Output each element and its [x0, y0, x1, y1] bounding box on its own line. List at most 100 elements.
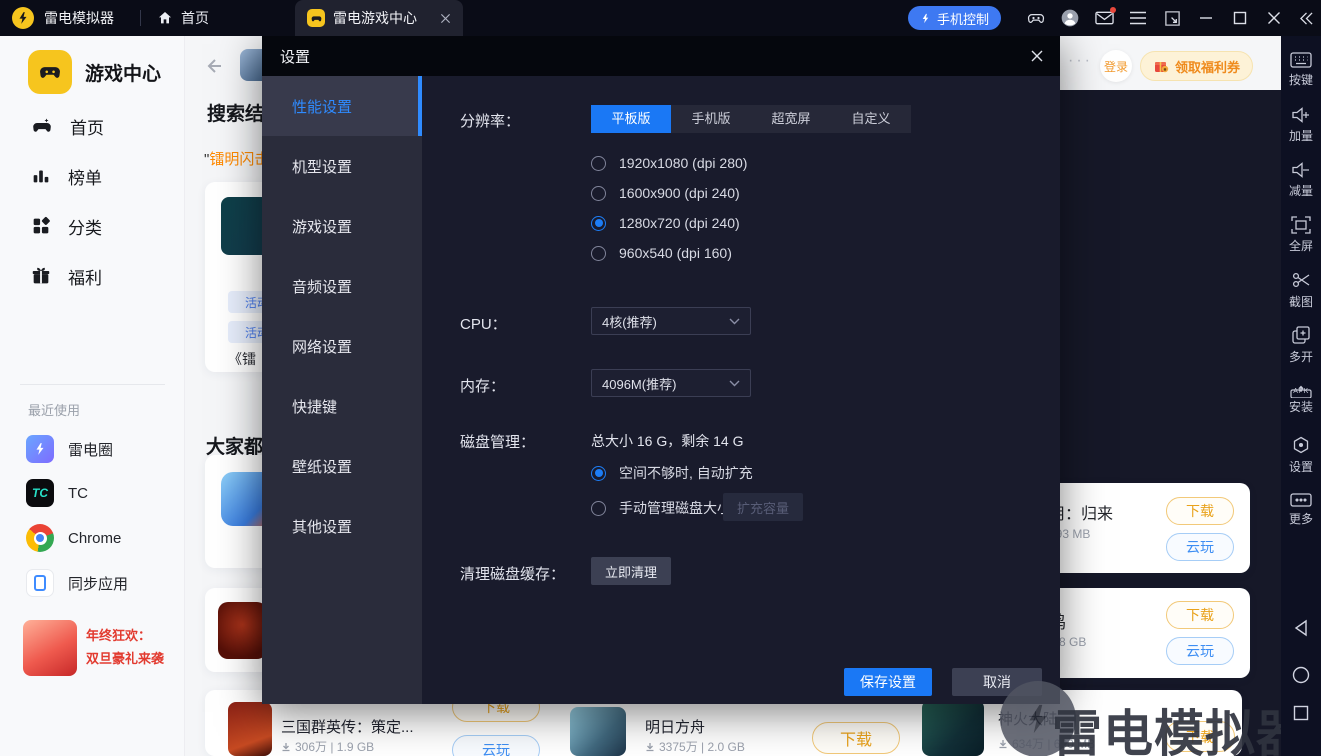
save-settings-button[interactable]: 保存设置 [844, 668, 932, 696]
back-arrow-icon[interactable] [204, 54, 228, 78]
resize-window-icon[interactable] [1155, 0, 1189, 36]
home-tab-label: 首页 [181, 10, 209, 26]
resolution-option-1280[interactable]: 1280x720 (dpi 240) [591, 211, 740, 235]
disk-auto-expand-option[interactable]: 空间不够时, 自动扩充 [591, 461, 753, 485]
radio-icon[interactable] [591, 185, 606, 201]
game-title[interactable]: 明日方舟 [645, 716, 705, 737]
settings-nav-other[interactable]: 其他设置 [262, 496, 422, 556]
radio-icon[interactable] [591, 245, 606, 261]
settings-nav-hotkeys[interactable]: 快捷键 [262, 376, 422, 436]
settings-nav-audio[interactable]: 音频设置 [262, 256, 422, 316]
android-recent-button[interactable] [1281, 698, 1321, 728]
tab-tablet[interactable]: 平板版 [591, 105, 671, 133]
app-title: 雷电模拟器 [44, 10, 114, 26]
game-icon[interactable] [228, 702, 272, 756]
left-sidebar: 游戏中心 首页 榜单 分类 福利 最近使用 雷电圈 TC TC Chrome 同… [0, 36, 185, 756]
resolution-label: 分辨率： [460, 113, 521, 130]
tab-close-icon[interactable] [440, 13, 451, 24]
promo-banner[interactable]: 年终狂欢： 双旦豪礼来袭 [20, 618, 170, 682]
settings-nav-network[interactable]: 网络设置 [262, 316, 422, 376]
toolbar-screenshot[interactable]: 截图 [1281, 262, 1321, 317]
toolbar-fullscreen[interactable]: 全屏 [1281, 207, 1321, 262]
sidebar-item-label: 福利 [68, 268, 102, 288]
tab-custom[interactable]: 自定义 [831, 105, 911, 133]
game-title[interactable]: 三国群英传：策定... [281, 716, 414, 737]
settings-nav-game[interactable]: 游戏设置 [262, 196, 422, 256]
resolution-option-1600[interactable]: 1600x900 (dpi 240) [591, 181, 740, 205]
sidebar-item-label: 榜单 [68, 168, 102, 188]
header-more-dots[interactable]: ··· [1068, 52, 1093, 70]
titlebar: 雷电模拟器 首页 雷电游戏中心 手机控制 [0, 0, 1321, 36]
android-back-button[interactable] [1281, 613, 1321, 643]
recent-item-label: Chrome [68, 529, 122, 547]
collapse-toolbar-icon[interactable] [1291, 0, 1321, 36]
login-button[interactable]: 登录 [1100, 50, 1132, 82]
toolbar-volume-up[interactable]: 加量 [1281, 97, 1321, 152]
close-icon[interactable] [1257, 0, 1291, 36]
game-icon[interactable] [922, 700, 984, 756]
toolbar-settings[interactable]: 设置 [1281, 427, 1321, 482]
side-game-card[interactable]: 鸣 1.8 GB 下载 云玩 [1035, 588, 1250, 678]
game-center-tab[interactable]: 雷电游戏中心 [295, 0, 463, 36]
radio-icon-selected[interactable] [591, 215, 606, 231]
radio-icon[interactable] [591, 155, 606, 171]
recent-item-tc[interactable]: TC TC [26, 477, 88, 509]
resolution-option-1920[interactable]: 1920x1080 (dpi 280) [591, 151, 747, 175]
expand-capacity-button[interactable]: 扩充容量 [723, 493, 803, 521]
cpu-value: 4核(推荐) [602, 314, 657, 330]
radio-icon[interactable] [591, 500, 606, 516]
user-avatar[interactable] [1053, 0, 1087, 36]
clean-now-button[interactable]: 立即清理 [591, 557, 671, 585]
home-tab[interactable]: 首页 [157, 8, 209, 28]
settings-nav-wallpaper[interactable]: 壁纸设置 [262, 436, 422, 496]
promo-image [23, 620, 77, 676]
sidebar-item-home[interactable]: 首页 [30, 106, 104, 146]
minimize-icon[interactable] [1189, 0, 1223, 36]
clean-cache-label: 清理磁盘缓存： [460, 566, 566, 583]
home-circle-icon [1292, 666, 1310, 684]
settings-nav-performance[interactable]: 性能设置 [262, 76, 422, 136]
cpu-dropdown[interactable]: 4核(推荐) [591, 307, 751, 335]
radio-icon-selected[interactable] [591, 465, 606, 481]
download-button[interactable]: 下载 [1166, 497, 1234, 525]
recent-item-label: 雷电圈 [68, 441, 114, 459]
download-button[interactable]: 下载 [812, 722, 900, 754]
tab-phone[interactable]: 手机版 [671, 105, 751, 133]
settings-nav: 性能设置 机型设置 游戏设置 音频设置 网络设置 快捷键 壁纸设置 其他设置 [262, 76, 422, 704]
toolbar-multi-instance[interactable]: 多开 [1281, 317, 1321, 372]
memory-dropdown[interactable]: 4096M(推荐) [591, 369, 751, 397]
recent-square-icon [1293, 705, 1309, 721]
sidebar-brand[interactable]: 游戏中心 [28, 50, 161, 94]
cloud-play-button[interactable]: 云玩 [1166, 533, 1234, 561]
recent-item-sync[interactable]: 同步应用 [26, 567, 128, 599]
grid-icon [33, 216, 50, 234]
tab-ultrawide[interactable]: 超宽屏 [751, 105, 831, 133]
toolbar-more[interactable]: 更多 [1281, 482, 1321, 537]
coupon-button[interactable]: 领取福利券 [1140, 51, 1254, 81]
disk-manual-option[interactable]: 手动管理磁盘大小 [591, 496, 731, 520]
toolbar-keymapping[interactable]: 按键 [1281, 42, 1321, 97]
recent-item-ldq[interactable]: 雷电圈 [26, 433, 113, 465]
resolution-option-960[interactable]: 960x540 (dpi 160) [591, 241, 732, 265]
ellipsis-icon [1290, 492, 1312, 507]
android-home-button[interactable] [1281, 660, 1321, 690]
sidebar-item-categories[interactable]: 分类 [30, 206, 102, 246]
cloud-play-button[interactable]: 云玩 [1166, 637, 1234, 665]
menu-icon[interactable] [1121, 0, 1155, 36]
sidebar-item-rankings[interactable]: 榜单 [30, 156, 102, 196]
mail-icon[interactable] [1087, 0, 1121, 36]
gamepad-settings-icon[interactable] [1019, 0, 1053, 36]
game-icon[interactable] [570, 707, 626, 756]
toolbar-volume-down[interactable]: 减量 [1281, 152, 1321, 207]
sidebar-item-label: 首页 [70, 118, 104, 138]
sidebar-item-benefits[interactable]: 福利 [30, 256, 102, 296]
cloud-play-button[interactable]: 云玩 [452, 735, 540, 756]
recent-item-chrome[interactable]: Chrome [26, 522, 121, 554]
download-button[interactable]: 下载 [1166, 601, 1234, 629]
side-game-card[interactable]: 用：归来 693 MB 下载 云玩 [1035, 483, 1250, 573]
settings-nav-device[interactable]: 机型设置 [262, 136, 422, 196]
toolbar-install-apk[interactable]: APK 安装 [1281, 372, 1321, 427]
phone-control-button[interactable]: 手机控制 [907, 6, 1001, 30]
maximize-icon[interactable] [1223, 0, 1257, 36]
dialog-close-icon[interactable] [1030, 49, 1044, 63]
